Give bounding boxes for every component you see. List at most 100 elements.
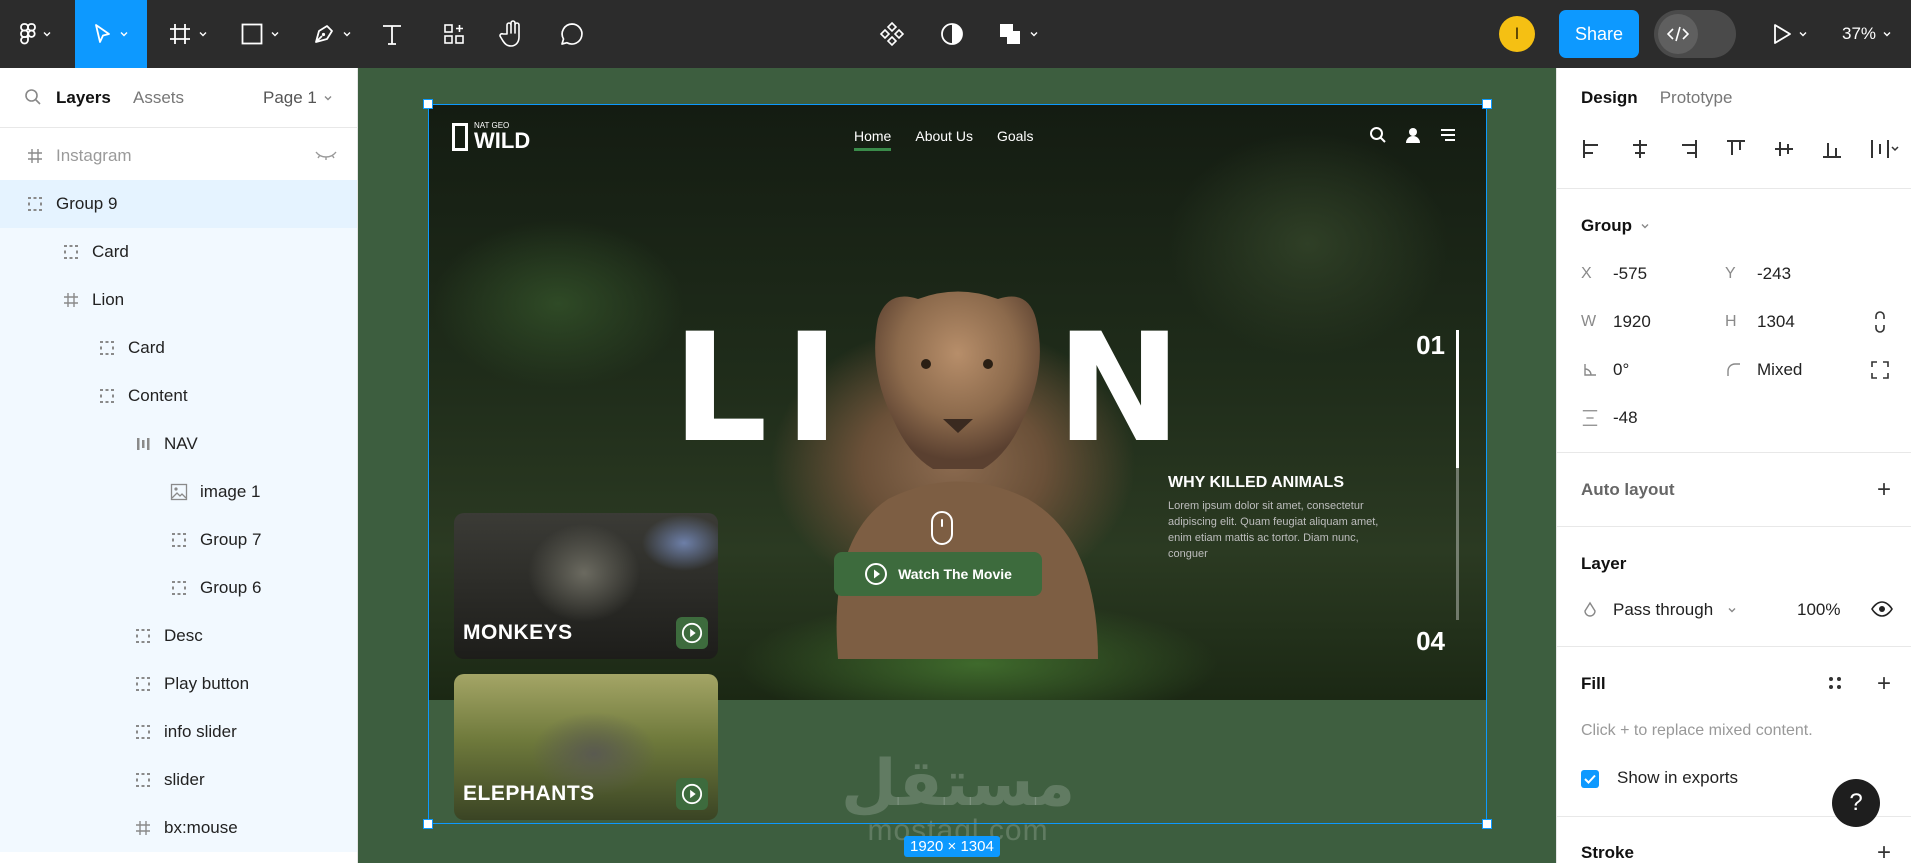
shape-tool-button[interactable]: [232, 0, 288, 68]
layer-name: Content: [128, 386, 188, 405]
text-tool-button[interactable]: [372, 0, 412, 68]
eye-icon[interactable]: [1871, 600, 1893, 618]
layer-row-group-6[interactable]: Group 6: [0, 564, 357, 612]
align-left-icon[interactable]: [1581, 138, 1603, 160]
constrain-proportions-icon[interactable]: [1873, 311, 1887, 333]
resources-button[interactable]: [432, 0, 476, 68]
align-horizontal-center-icon[interactable]: [1629, 138, 1651, 160]
layer-row-group-9[interactable]: Group 9: [0, 180, 357, 228]
image-icon: [170, 483, 188, 501]
search-icon[interactable]: [1369, 126, 1387, 144]
contrast-icon: [941, 23, 963, 45]
card-play-button[interactable]: [676, 778, 708, 810]
x-field[interactable]: X -575: [1581, 264, 1647, 284]
chevron-down-icon: [43, 32, 51, 37]
component-button[interactable]: [870, 0, 914, 68]
card-play-button[interactable]: [676, 617, 708, 649]
layer-row-card[interactable]: Card: [0, 324, 357, 372]
tab-layers[interactable]: Layers: [56, 88, 111, 108]
comment-tool-button[interactable]: [550, 0, 594, 68]
nav-about[interactable]: About Us: [915, 128, 973, 151]
watermark-arabic: مستقل: [841, 747, 1076, 821]
hand-tool-button[interactable]: [490, 0, 534, 68]
layer-row-card[interactable]: Card: [0, 228, 357, 276]
layer-row-desc[interactable]: Desc: [0, 612, 357, 660]
layer-row-bx-mouse[interactable]: bx:mouse: [0, 804, 357, 852]
natgeo-logo[interactable]: NAT GEO WILD: [452, 122, 530, 152]
mask-button[interactable]: [930, 0, 974, 68]
layer-row-group-7[interactable]: Group 7: [0, 516, 357, 564]
add-fill-button[interactable]: +: [1877, 672, 1891, 696]
tab-prototype[interactable]: Prototype: [1660, 88, 1733, 108]
layer-row-instagram[interactable]: Instagram: [0, 132, 357, 180]
layer-row-play-button[interactable]: Play button: [0, 660, 357, 708]
align-top-icon[interactable]: [1725, 138, 1747, 160]
rectangle-icon: [241, 23, 263, 45]
frame-tool-button[interactable]: [160, 0, 216, 68]
group-type-selector[interactable]: Group: [1581, 216, 1650, 236]
zoom-menu[interactable]: 37%: [1834, 0, 1900, 68]
menu-icon[interactable]: [1439, 126, 1457, 144]
y-value: -243: [1757, 264, 1792, 283]
tab-assets[interactable]: Assets: [133, 88, 184, 108]
boolean-button[interactable]: [990, 0, 1046, 68]
y-field[interactable]: Y -243: [1725, 264, 1791, 284]
nav-home[interactable]: Home: [854, 128, 892, 151]
hero-letter-i: I: [784, 302, 844, 476]
auto-layout-title: Auto layout: [1581, 480, 1675, 499]
style-grid-icon[interactable]: [1827, 675, 1843, 691]
independent-corners-icon[interactable]: [1870, 360, 1890, 380]
layer-name: Group 9: [56, 194, 118, 213]
share-button[interactable]: Share: [1559, 10, 1639, 58]
add-stroke-button[interactable]: +: [1877, 841, 1891, 863]
layer-row-lion[interactable]: Lion: [0, 276, 357, 324]
nav-goals[interactable]: Goals: [997, 128, 1034, 151]
layer-row-nav[interactable]: NAV: [0, 420, 357, 468]
chevron-down-icon: [120, 32, 128, 37]
resize-handle-top-right[interactable]: [1482, 99, 1492, 109]
card-elephants[interactable]: ELEPHANTS: [454, 674, 718, 820]
pen-tool-button[interactable]: [304, 0, 360, 68]
properties-panel: Design Prototype Group X -575 Y -243 W 1…: [1556, 68, 1911, 863]
opacity-value[interactable]: 100%: [1797, 600, 1840, 620]
watch-movie-button[interactable]: Watch The Movie: [834, 552, 1042, 596]
card-monkeys[interactable]: MONKEYS: [454, 513, 718, 659]
slide-progress[interactable]: [1456, 330, 1459, 620]
search-icon[interactable]: [24, 88, 42, 106]
blend-mode-selector[interactable]: Pass through: [1581, 600, 1737, 620]
rotation-field[interactable]: 0°: [1581, 360, 1629, 380]
fill-hint: Click + to replace mixed content.: [1581, 722, 1813, 739]
present-button[interactable]: [1762, 0, 1818, 68]
resize-handle-bottom-right[interactable]: [1482, 819, 1492, 829]
height-field[interactable]: H 1304: [1725, 312, 1795, 332]
align-vertical-center-icon[interactable]: [1773, 138, 1795, 160]
move-tool-button[interactable]: [75, 0, 147, 68]
align-right-icon[interactable]: [1677, 138, 1699, 160]
show-in-exports-checkbox[interactable]: [1581, 770, 1599, 788]
cursor-icon: [95, 24, 110, 43]
design-frame[interactable]: NAT GEO WILD Home About Us Goals L I N 0…: [428, 104, 1487, 847]
corner-radius-field[interactable]: Mixed: [1725, 360, 1802, 380]
align-bottom-icon[interactable]: [1821, 138, 1843, 160]
layer-row-slider[interactable]: slider: [0, 756, 357, 804]
layer-row-content[interactable]: Content: [0, 372, 357, 420]
layer-row-info-slider[interactable]: info slider: [0, 708, 357, 756]
width-field[interactable]: W 1920: [1581, 312, 1651, 332]
distribute-icon[interactable]: [1869, 138, 1899, 160]
tab-design[interactable]: Design: [1581, 88, 1638, 108]
group-icon: [98, 387, 116, 405]
resize-handle-top-left[interactable]: [423, 99, 433, 109]
user-avatar[interactable]: I: [1499, 16, 1535, 52]
page-selector[interactable]: Page 1: [263, 88, 333, 108]
add-auto-layout-button[interactable]: +: [1877, 478, 1891, 502]
group-icon: [134, 723, 152, 741]
eye-closed-icon[interactable]: [315, 146, 337, 166]
spacing-field[interactable]: -48: [1581, 408, 1638, 428]
main-menu-button[interactable]: [8, 0, 64, 68]
help-button[interactable]: ?: [1832, 779, 1880, 827]
resize-handle-bottom-left[interactable]: [423, 819, 433, 829]
pen-icon: [315, 25, 333, 43]
dev-mode-toggle[interactable]: [1654, 10, 1736, 58]
user-icon[interactable]: [1405, 126, 1421, 144]
layer-row-image-1[interactable]: image 1: [0, 468, 357, 516]
